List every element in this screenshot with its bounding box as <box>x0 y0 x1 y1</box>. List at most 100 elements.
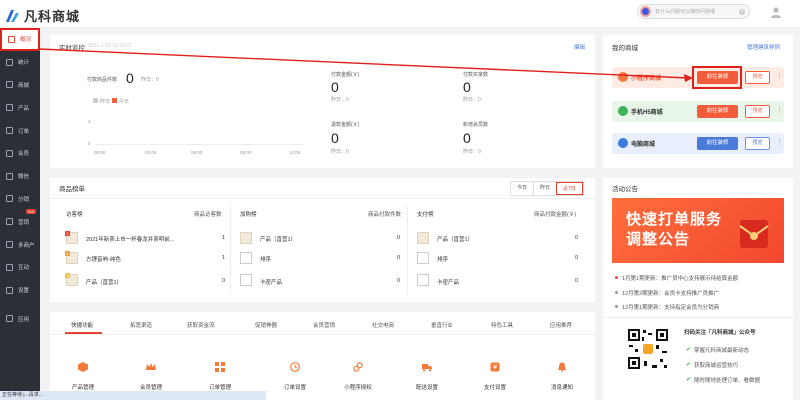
x-tick: 12:00 <box>289 150 301 155</box>
notice-item[interactable]: 1月第1期更新：推广员中心支持展示待结算金额 <box>622 274 738 282</box>
search-input[interactable]: 有什么问题可以随时问我哦 <box>655 8 715 15</box>
go-decorate-button[interactable]: 前往装修 <box>697 137 738 150</box>
tab-vertical[interactable]: 垂直行业 <box>431 321 453 329</box>
table-row[interactable]: 卡密产品 <box>437 278 459 286</box>
table-row[interactable]: 产品（直营1） <box>437 235 473 243</box>
tab-tools[interactable]: 特色工具 <box>491 321 513 329</box>
tab-promo[interactable]: 促销神器 <box>255 321 277 329</box>
table-row[interactable]: 产品（直营1） <box>86 278 122 286</box>
table-row[interactable]: 排序 <box>437 255 448 263</box>
assistant-icon <box>640 6 651 17</box>
func-notifications[interactable]: 消息通知 <box>537 383 587 391</box>
func-order[interactable]: 订单管理 <box>195 383 245 391</box>
func-delivery[interactable]: 配送设置 <box>402 383 452 391</box>
clear-icon[interactable]: × <box>739 8 745 15</box>
wechat-icon <box>6 172 13 180</box>
preview-button[interactable]: 预览 <box>745 137 770 150</box>
sidebar-item-marketing[interactable]: 营销 hot <box>0 209 40 233</box>
rank-tabs: 今日 昨日 近7日 <box>510 181 584 196</box>
tab-cashflow[interactable]: 获取资金流 <box>187 321 215 329</box>
sidebar-item-label: 营销 <box>18 219 30 226</box>
divider <box>603 317 793 318</box>
legend-today: 今日 <box>119 99 130 105</box>
follow-title: 扫码关注「凡科商城」公众号 <box>684 330 756 336</box>
product-thumb <box>417 232 429 244</box>
tab-yesterday[interactable]: 昨日 <box>533 182 556 195</box>
svg-text:¥: ¥ <box>493 364 498 372</box>
more-icon[interactable]: ⋮ <box>776 72 783 80</box>
sidebar-item-member[interactable]: 会员 <box>0 142 40 165</box>
sidebar-item-interact[interactable]: 互动 <box>0 256 40 279</box>
search-box[interactable]: 有什么问题可以随时问我哦 × <box>637 4 750 19</box>
shop-name: 手机H5商城 <box>631 110 663 116</box>
table-row[interactable]: 产品（直营1） <box>260 235 296 243</box>
sidebar-item-apps[interactable]: 应用 <box>0 308 40 331</box>
table-row[interactable]: 方锂音响-纯色 <box>86 255 121 263</box>
sidebar-item-product[interactable]: 产品 <box>0 96 40 119</box>
rank-badge: 1 <box>65 231 70 236</box>
go-decorate-button[interactable]: 前往装修 <box>697 71 738 84</box>
sidebar-item-label: 会员 <box>18 151 30 158</box>
sidebar-item-stats[interactable]: 统计 <box>0 51 40 74</box>
legend-yesterday: 昨日 <box>100 99 111 105</box>
tab-quick[interactable]: 快捷功能 <box>71 321 93 329</box>
sidebar-item-label: 互动 <box>18 265 30 272</box>
top-bar: 凡科商城 有什么问题可以随时问我哦 × <box>0 0 800 28</box>
stat-label: 付款买家数 <box>463 72 489 78</box>
sidebar-item-label: 分销 <box>18 196 30 203</box>
more-icon[interactable]: ⋮ <box>776 138 783 146</box>
banner-line1: 快速打单服务 <box>626 211 723 228</box>
sidebar-item-order[interactable]: 订单 <box>0 119 40 142</box>
preview-button[interactable]: 预览 <box>745 71 770 84</box>
notice-item[interactable]: 12月第1期更新：支持指定会员为分销商 <box>622 303 719 311</box>
product-thumb <box>240 252 252 264</box>
table-row[interactable]: 排序 <box>260 255 271 263</box>
sidebar-item-settings[interactable]: 设置 <box>0 279 40 302</box>
product-thumb <box>240 274 252 286</box>
sidebar-item-label: 微信 <box>18 174 30 181</box>
logo-text: 凡科商城 <box>24 10 81 25</box>
notice-banner[interactable]: 快速打单服务 调整公告 <box>612 198 784 263</box>
sidebar-item-store[interactable]: 商城 <box>0 74 40 97</box>
tab-7days[interactable]: 近7日 <box>556 182 583 195</box>
go-decorate-button[interactable]: 前往装修 <box>697 105 738 118</box>
sidebar-item-merchant[interactable]: 多商户 <box>0 233 40 256</box>
manage-link[interactable]: 管理建筑样例 <box>747 43 780 51</box>
tab-member[interactable]: 会员营销 <box>313 321 335 329</box>
func-miniprogram[interactable]: 小程序授权 <box>333 383 383 391</box>
sidebar-item-overview[interactable]: 概况 <box>0 28 40 51</box>
sidebar-item-label: 产品 <box>18 105 30 112</box>
interact-icon <box>6 263 13 271</box>
tab-social[interactable]: 社交电商 <box>372 321 394 329</box>
logo[interactable]: 凡科商城 <box>5 6 80 25</box>
tab-today[interactable]: 今日 <box>511 182 533 195</box>
table-row[interactable]: 卡密产品 <box>260 278 282 286</box>
tab-channel[interactable]: 拓宽渠道 <box>130 321 152 329</box>
table-row[interactable]: 2021年新茶上市一杯春龙井茶明前... <box>86 235 174 243</box>
qr-code <box>626 327 670 371</box>
sidebar-item-distribution[interactable]: 分销 <box>0 188 40 211</box>
col-metric: 商品访客数 <box>194 212 222 218</box>
legend-today-swatch <box>112 98 117 103</box>
table-cell: 0 <box>222 278 226 284</box>
sidebar-item-wechat[interactable]: 微信 <box>0 165 40 188</box>
myshop-title: 我的商城 <box>612 45 638 52</box>
notice-item[interactable]: 12月第2期更新：会员卡支持推广员推广 <box>622 289 719 297</box>
user-avatar-icon[interactable] <box>770 6 782 18</box>
func-order-settings[interactable]: 订单设置 <box>270 383 320 391</box>
func-member[interactable]: 会员管理 <box>126 383 176 391</box>
follow-item: 掌握凡科商城最新动态 <box>694 348 750 354</box>
func-product[interactable]: 产品管理 <box>58 383 108 391</box>
stat-label: 付款金额(￥) <box>331 72 360 78</box>
more-icon[interactable]: ⋮ <box>776 106 783 114</box>
y-tick: 4 <box>88 119 91 124</box>
status-bar: 正在等待 j...请求... <box>0 391 266 400</box>
check-icon: ✔ <box>686 347 692 353</box>
divider <box>50 334 595 335</box>
preview-button[interactable]: 预览 <box>745 105 770 118</box>
sidebar: 概况 统计 商城 产品 订单 会员 微信 分销 营销 hot 多商户 互动 设置 … <box>0 28 40 400</box>
clock-icon <box>290 362 300 372</box>
edit-link[interactable]: 编辑 <box>574 43 585 51</box>
func-payment[interactable]: 支付设置 <box>470 383 520 391</box>
tab-recommend[interactable]: 应用推荐 <box>550 321 572 329</box>
